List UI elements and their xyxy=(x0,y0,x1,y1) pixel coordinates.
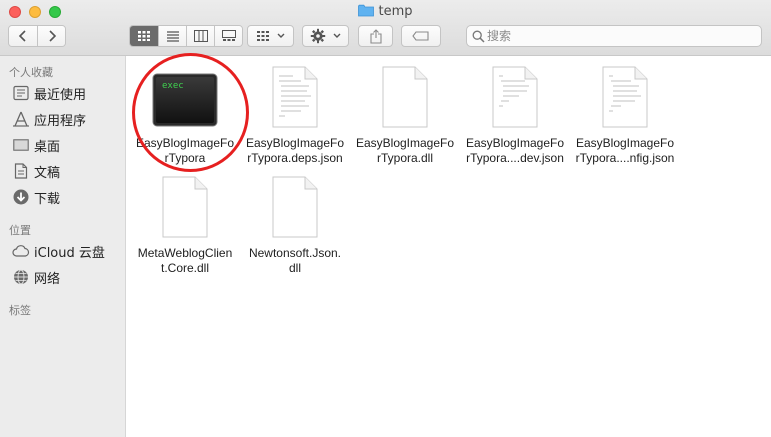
network-icon xyxy=(8,269,34,285)
folder-icon xyxy=(358,4,375,21)
file-item[interactable]: exec EasyBlogImageFo rTypora xyxy=(130,64,240,166)
file-name: MetaWeblogClien t.Core.dll xyxy=(137,246,233,275)
sidebar-item-label: 文稿 xyxy=(34,165,61,181)
view-mode-selector xyxy=(129,25,243,47)
navigation-buttons xyxy=(8,25,66,47)
sidebar-item-label: iCloud 云盘 xyxy=(34,245,105,261)
file-name: EasyBlogImageFo rTypora....nfig.json xyxy=(575,136,675,165)
chevron-left-icon xyxy=(18,30,26,42)
executable-icon: exec xyxy=(152,73,218,127)
forward-button[interactable] xyxy=(37,26,65,46)
chevron-right-icon xyxy=(48,30,56,42)
sidebar-item-documents[interactable]: 文稿 xyxy=(8,160,122,182)
sidebar-item-label: 下载 xyxy=(34,191,61,207)
gallery-view-button[interactable] xyxy=(214,26,242,46)
search-input[interactable] xyxy=(487,27,755,45)
sidebar-item-downloads[interactable]: 下载 xyxy=(8,186,122,208)
text-file-icon xyxy=(240,64,350,128)
sidebar-item-network[interactable]: 网络 xyxy=(8,266,122,288)
column-view-button[interactable] xyxy=(186,26,214,46)
file-item[interactable]: MetaWeblogClien t.Core.dll xyxy=(130,174,240,276)
file-item[interactable]: EasyBlogImageFo rTypora.deps.json xyxy=(240,64,350,166)
cloud-icon xyxy=(8,245,34,257)
tags-button[interactable] xyxy=(401,25,441,47)
clock-icon xyxy=(8,85,34,101)
columns-icon xyxy=(193,30,208,42)
file-name: Newtonsoft.Json. dll xyxy=(248,246,342,275)
sidebar-item-applications[interactable]: 应用程序 xyxy=(8,108,122,130)
file-grid: exec EasyBlogImageFo rTypora EasyBlogImag… xyxy=(126,56,771,437)
group-by-button[interactable] xyxy=(247,25,294,47)
finder-window: temp 搜索 个人收藏 最近使用 应用程序 桌面 文稿 下载 位置 iClou… xyxy=(0,0,771,437)
chevron-down-icon xyxy=(277,33,284,38)
list-view-button[interactable] xyxy=(158,26,186,46)
search-icon xyxy=(472,30,485,43)
gear-icon xyxy=(310,28,325,44)
icon-grid-icon xyxy=(138,31,150,41)
group-grid-icon xyxy=(256,31,269,41)
sidebar-item-desktop[interactable]: 桌面 xyxy=(8,134,122,156)
sidebar-section-locations: 位置 xyxy=(9,224,31,237)
document-icon xyxy=(8,163,34,179)
icon-view-button[interactable] xyxy=(130,26,158,46)
chevron-down-icon xyxy=(333,33,340,38)
list-icon xyxy=(166,31,179,42)
file-item[interactable]: EasyBlogImageFo rTypora....nfig.json xyxy=(570,64,680,166)
window-title: temp xyxy=(0,4,771,21)
sidebar-item-label: 网络 xyxy=(34,271,61,287)
file-item[interactable]: Newtonsoft.Json. dll xyxy=(240,174,350,276)
tag-icon xyxy=(412,31,429,41)
sidebar-item-label: 应用程序 xyxy=(34,113,87,129)
file-name: EasyBlogImageFo rTypora xyxy=(135,136,235,165)
file-name: EasyBlogImageFo rTypora....dev.json xyxy=(465,136,565,165)
gallery-icon xyxy=(221,30,236,41)
file-item[interactable]: EasyBlogImageFo rTypora.dll xyxy=(350,64,460,166)
file-item[interactable]: EasyBlogImageFo rTypora....dev.json xyxy=(460,64,570,166)
exec-icon-text: exec xyxy=(162,81,184,91)
sidebar: 个人收藏 最近使用 应用程序 桌面 文稿 下载 位置 iCloud 云盘 网络 … xyxy=(0,56,126,437)
sidebar-item-icloud[interactable]: iCloud 云盘 xyxy=(8,240,122,262)
file-name: EasyBlogImageFo rTypora.deps.json xyxy=(245,136,345,165)
window-title-text: temp xyxy=(378,4,413,19)
blank-file-icon xyxy=(350,64,460,128)
title-bar: temp xyxy=(0,0,771,56)
search-field[interactable] xyxy=(466,25,762,47)
blank-file-icon xyxy=(240,174,350,238)
text-file-icon xyxy=(460,64,570,128)
download-icon xyxy=(8,189,34,205)
sidebar-section-favorites: 个人收藏 xyxy=(9,66,53,79)
sidebar-item-recents[interactable]: 最近使用 xyxy=(8,82,122,104)
share-button[interactable] xyxy=(358,25,393,47)
file-name: EasyBlogImageFo rTypora.dll xyxy=(355,136,455,165)
desktop-icon xyxy=(8,138,34,152)
back-button[interactable] xyxy=(9,26,37,46)
action-menu-button[interactable] xyxy=(302,25,349,47)
share-icon xyxy=(369,28,382,44)
applications-icon xyxy=(8,111,34,127)
file-icon: exec xyxy=(130,64,240,128)
blank-file-icon xyxy=(130,174,240,238)
text-file-icon xyxy=(570,64,680,128)
sidebar-item-label: 最近使用 xyxy=(34,87,87,103)
sidebar-section-tags: 标签 xyxy=(9,304,31,317)
sidebar-item-label: 桌面 xyxy=(34,139,61,155)
